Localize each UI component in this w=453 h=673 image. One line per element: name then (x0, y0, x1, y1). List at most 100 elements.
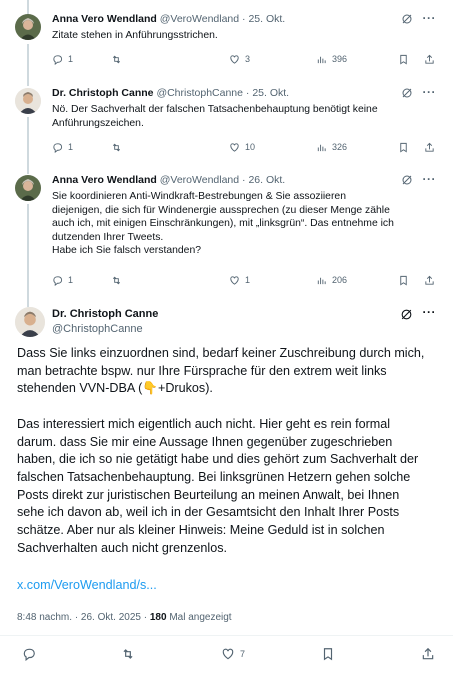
more-icon[interactable]: ··· (423, 85, 437, 99)
main-author-name[interactable]: Dr. Christoph Canne (52, 307, 158, 322)
reply-count: 1 (68, 275, 74, 285)
post-meta: 8:48 nachm. · 26. Okt. 2025 · 180 Mal an… (17, 612, 232, 623)
more-icon[interactable]: ··· (423, 11, 437, 25)
more-icon[interactable]: ··· (423, 172, 437, 186)
grok-icon[interactable] (401, 87, 413, 99)
reply-button[interactable] (22, 647, 41, 661)
bookmark-icon (400, 275, 407, 286)
reply-count: 1 (68, 142, 74, 152)
more-icon[interactable]: ··· (423, 305, 437, 319)
heart-icon (230, 55, 239, 64)
bookmark-icon (400, 142, 407, 153)
bookmark-button[interactable] (398, 142, 414, 153)
avatar[interactable] (15, 175, 41, 201)
repost-icon (112, 143, 121, 152)
author-handle[interactable]: @ChristophCanne (156, 87, 243, 99)
repost-button[interactable] (121, 647, 140, 661)
bookmark-button[interactable] (398, 54, 414, 65)
action-bar: 1 1 206 (52, 275, 439, 289)
divider (0, 635, 453, 636)
author-name[interactable]: Anna Vero Wendland (52, 174, 157, 186)
author-handle[interactable]: @VeroWendland (160, 174, 239, 186)
views-icon (317, 56, 326, 64)
separator: · (245, 87, 250, 99)
share-icon (422, 647, 434, 660)
repost-button[interactable] (111, 275, 127, 286)
share-icon (425, 54, 434, 64)
reply-icon (53, 276, 63, 286)
reply-button[interactable]: 1 (52, 54, 73, 65)
author-name[interactable]: Anna Vero Wendland (52, 13, 157, 25)
grok-icon[interactable] (401, 13, 413, 25)
reply-button[interactable]: 1 (52, 275, 73, 286)
post-date[interactable]: 25. Okt. (248, 13, 285, 25)
repost-icon (123, 649, 133, 659)
like-button[interactable]: 7 (221, 647, 245, 661)
share-button[interactable] (421, 647, 440, 661)
post-header: Anna Vero Wendland @VeroWendland · 25. O… (52, 12, 393, 26)
views-button[interactable]: 326 (316, 142, 347, 153)
action-bar: 1 10 326 (52, 142, 439, 156)
views-button[interactable]: 206 (316, 275, 347, 286)
reply-post[interactable]: Dr. Christoph Canne @ChristophCanne · 25… (0, 85, 453, 166)
heart-icon (222, 648, 234, 660)
reply-post[interactable]: Anna Vero Wendland @VeroWendland · 25. O… (0, 11, 453, 72)
share-button[interactable] (424, 275, 440, 286)
post-header: Dr. Christoph Canne @ChristophCanne · 25… (52, 86, 393, 100)
like-count: 7 (240, 648, 246, 659)
views-count: 206 (332, 275, 348, 285)
avatar[interactable] (15, 14, 41, 40)
reply-icon (53, 143, 63, 153)
post-text: Nö. Der Sachverhalt der falschen Tatsach… (52, 104, 378, 129)
share-icon (425, 275, 434, 285)
views-button[interactable]: 396 (316, 54, 347, 65)
reply-post[interactable]: Anna Vero Wendland @VeroWendland · 26. O… (0, 172, 453, 293)
post-date[interactable]: 26. Okt. (248, 174, 285, 186)
like-button[interactable]: 3 (229, 54, 250, 65)
repost-button[interactable] (111, 54, 127, 65)
bookmark-button[interactable] (398, 275, 414, 286)
quoted-link[interactable]: x.com/VeroWendland/s... (17, 578, 157, 592)
main-action-bar: 7 (0, 647, 453, 667)
author-name[interactable]: Dr. Christoph Canne (52, 87, 154, 99)
post-text: Zitate stehen in Anführungsstrichen. (52, 30, 218, 41)
heart-icon (230, 276, 239, 285)
post-text: Sie koordinieren Anti-Windkraft-Bestrebu… (52, 191, 394, 256)
reply-icon (23, 648, 35, 661)
main-avatar[interactable] (15, 307, 45, 337)
repost-icon (112, 276, 121, 285)
share-button[interactable] (424, 142, 440, 153)
post-timestamp[interactable]: 8:48 nachm. · 26. Okt. 2025 · (17, 612, 150, 623)
like-button[interactable]: 1 (229, 275, 250, 286)
grok-icon[interactable] (401, 174, 413, 186)
bookmark-icon (400, 54, 407, 65)
like-count: 3 (245, 54, 251, 64)
like-button[interactable]: 10 (229, 142, 255, 153)
main-author-handle[interactable]: @ChristophCanne (52, 322, 158, 337)
like-count: 1 (245, 275, 251, 285)
avatar[interactable] (15, 88, 41, 114)
separator: · (242, 13, 246, 25)
post-date[interactable]: 25. Okt. (252, 87, 289, 99)
repost-button[interactable] (111, 142, 127, 153)
main-post-text: Dass Sie links einzuordnen sind, bedarf … (17, 346, 425, 555)
author-handle[interactable]: @VeroWendland (160, 13, 239, 25)
share-icon (425, 142, 434, 152)
grok-icon[interactable] (400, 308, 413, 321)
reply-button[interactable]: 1 (52, 142, 73, 153)
views-icon (317, 144, 326, 152)
bookmark-button[interactable] (321, 647, 340, 661)
views-count: 180 (149, 612, 167, 623)
action-bar: 1 3 396 (52, 54, 439, 68)
share-button[interactable] (424, 54, 440, 65)
like-count: 10 (245, 142, 256, 152)
heart-icon (230, 143, 239, 152)
post-header: Anna Vero Wendland @VeroWendland · 26. O… (52, 173, 393, 187)
views-label: Mal angezeigt (166, 612, 232, 623)
views-icon (317, 277, 326, 285)
reply-icon (53, 55, 63, 65)
views-count: 396 (332, 54, 348, 64)
separator: · (242, 174, 246, 186)
repost-icon (112, 55, 121, 64)
views-count: 326 (332, 142, 348, 152)
